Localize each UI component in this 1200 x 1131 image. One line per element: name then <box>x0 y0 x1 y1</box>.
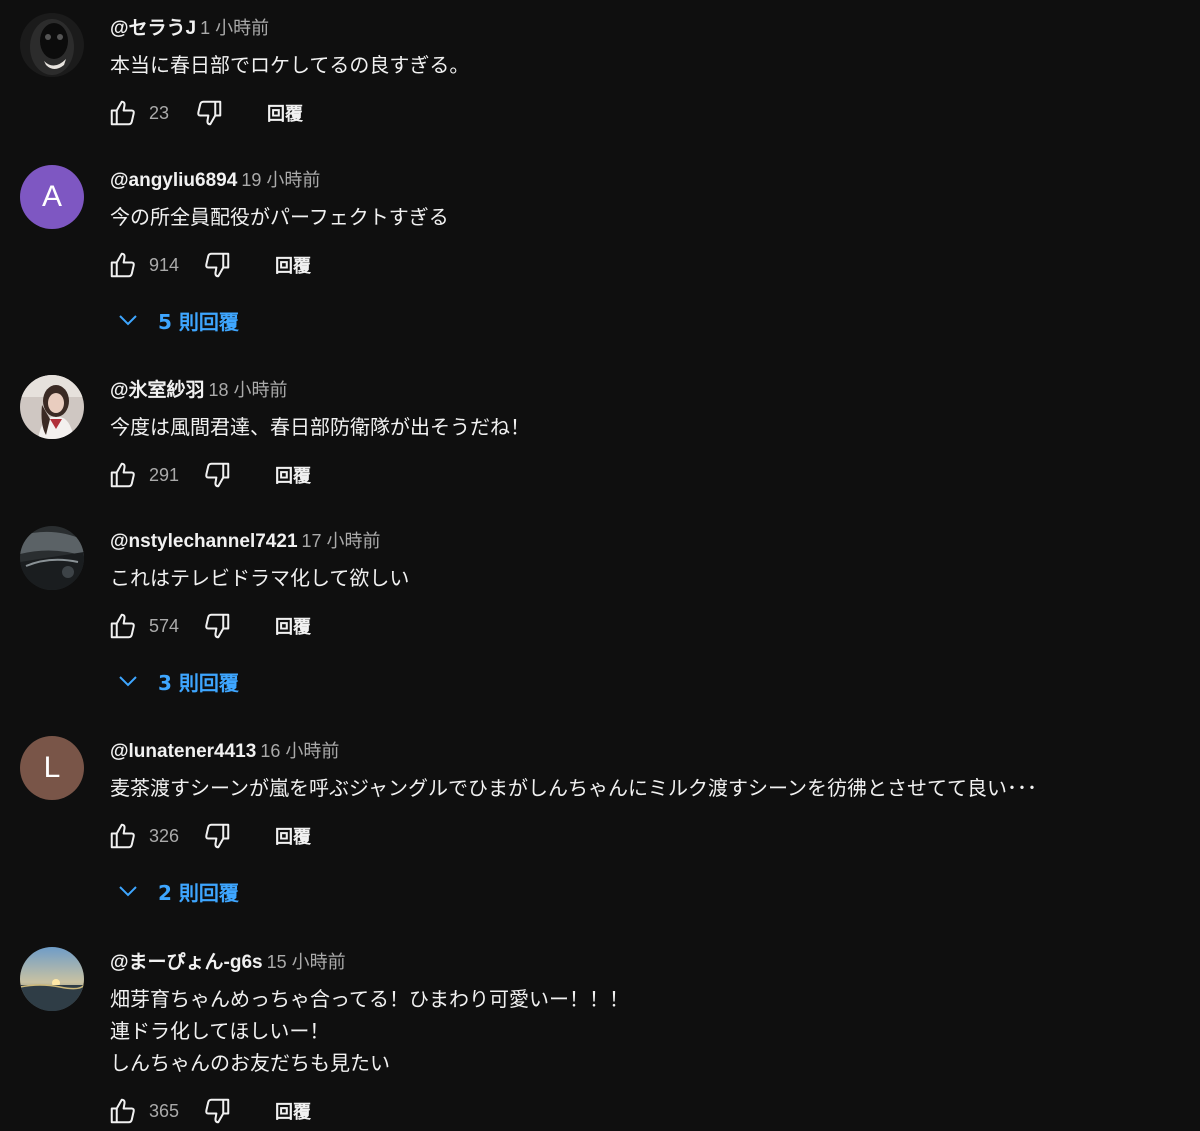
comment-author[interactable]: @lunatener4413 <box>110 741 256 762</box>
replies-count-label: 2 則回覆 <box>158 880 239 905</box>
like-button[interactable] <box>107 97 139 129</box>
avatar-letter: A <box>20 165 84 229</box>
comment-author[interactable]: @氷室紗羽 <box>110 380 205 401</box>
thumbs-down-icon <box>205 462 230 488</box>
comment-text: 麦茶渡すシーンが嵐を呼ぶジャングルでひまがしんちゃんにミルク渡すシーンを彷彿とさ… <box>110 772 1037 804</box>
reply-button[interactable]: 回覆 <box>275 462 311 488</box>
comment-text-line: これはテレビドラマ化して欲しい <box>110 566 410 590</box>
avatar[interactable] <box>20 13 84 77</box>
like-count: 326 <box>149 825 180 846</box>
comment-actions: 574 回覆 <box>107 606 311 646</box>
comment-header: @セラうJ 1 小時前 <box>110 13 269 43</box>
thumbs-up-icon <box>110 1098 135 1124</box>
comment-text: 畑芽育ちゃんめっちゃ合ってる！ひまわり可愛いー！！！ 連ドラ化してほしいー！ し… <box>110 983 629 1079</box>
avatar[interactable]: A <box>20 165 84 229</box>
thumbs-down-icon <box>205 252 230 278</box>
comment-actions: 326 回覆 <box>107 816 311 856</box>
replies-count-label: 5 則回覆 <box>158 309 239 334</box>
thumbs-up-icon <box>110 613 135 639</box>
comment-time[interactable]: 15 小時前 <box>267 952 346 972</box>
comment-header: @lunatener4413 16 小時前 <box>110 736 339 766</box>
comment-actions: 365 回覆 <box>107 1091 311 1131</box>
comment-header: @氷室紗羽 18 小時前 <box>110 375 288 405</box>
comment-text: これはテレビドラマ化して欲しい <box>110 562 409 594</box>
comment-text: 今度は風間君達、春日部防衛隊が出そうだね！ <box>110 411 530 443</box>
comment-time[interactable]: 1 小時前 <box>200 18 269 38</box>
comment-text-line: 本当に春日部でロケしてるの良すぎる。 <box>110 53 470 77</box>
dislike-button[interactable] <box>193 97 225 129</box>
chevron-down-icon <box>119 676 137 687</box>
like-count: 574 <box>149 615 180 636</box>
view-replies-button[interactable]: 3 則回覆 <box>116 663 239 699</box>
like-button[interactable] <box>107 459 139 491</box>
reply-button[interactable]: 回覆 <box>275 1098 311 1124</box>
replies-count-label: 3 則回覆 <box>158 670 239 695</box>
comment-text-line: 今度は風間君達、春日部防衛隊が出そうだね！ <box>110 415 530 439</box>
thumbs-down-icon <box>205 613 230 639</box>
thumbs-up-icon <box>110 823 135 849</box>
reply-button[interactable]: 回覆 <box>267 100 303 126</box>
reply-button[interactable]: 回覆 <box>275 613 311 639</box>
comment-text-line: 畑芽育ちゃんめっちゃ合ってる！ひまわり可愛いー！！！ <box>110 987 629 1011</box>
comment-text-line: 麦茶渡すシーンが嵐を呼ぶジャングルでひまがしんちゃんにミルク渡すシーンを彷彿とさ… <box>110 776 1037 800</box>
avatar[interactable] <box>20 526 84 590</box>
comment-actions: 23 回覆 <box>107 93 303 133</box>
thumbs-up-icon <box>110 252 135 278</box>
comment-actions: 291 回覆 <box>107 455 311 495</box>
comment-author[interactable]: @angyliu6894 <box>110 170 237 191</box>
thumbs-up-icon <box>110 462 135 488</box>
dislike-button[interactable] <box>201 249 233 281</box>
comment-actions: 914 回覆 <box>107 245 311 285</box>
dislike-button[interactable] <box>201 459 233 491</box>
comment-time[interactable]: 19 小時前 <box>241 170 320 190</box>
like-button[interactable] <box>107 1095 139 1127</box>
like-button[interactable] <box>107 820 139 852</box>
chevron-down-icon <box>119 886 137 897</box>
comment-time[interactable]: 17 小時前 <box>302 531 381 551</box>
comment-time[interactable]: 16 小時前 <box>260 741 339 761</box>
like-button[interactable] <box>107 249 139 281</box>
thumbs-up-icon <box>110 100 135 126</box>
avatar-letter: L <box>20 736 84 800</box>
like-count: 291 <box>149 464 180 485</box>
comment-text-line: 連ドラ化してほしいー！ <box>110 1019 330 1043</box>
dislike-button[interactable] <box>201 610 233 642</box>
like-count: 365 <box>149 1100 180 1121</box>
comment-author[interactable]: @セラうJ <box>110 18 196 39</box>
comment-author[interactable]: @まーぴょん-g6s <box>110 952 263 973</box>
comment-time[interactable]: 18 小時前 <box>209 380 288 400</box>
avatar[interactable] <box>20 375 84 439</box>
view-replies-button[interactable]: 5 則回覆 <box>116 302 239 338</box>
avatar[interactable]: L <box>20 736 84 800</box>
chevron-down-icon <box>119 315 137 326</box>
comment-text: 本当に春日部でロケしてるの良すぎる。 <box>110 49 469 81</box>
dislike-button[interactable] <box>201 820 233 852</box>
thumbs-down-icon <box>205 1098 230 1124</box>
like-count: 23 <box>149 102 170 123</box>
dislike-button[interactable] <box>201 1095 233 1127</box>
avatar[interactable] <box>20 947 84 1011</box>
like-count: 914 <box>149 254 180 275</box>
like-button[interactable] <box>107 610 139 642</box>
reply-button[interactable]: 回覆 <box>275 252 311 278</box>
view-replies-button[interactable]: 2 則回覆 <box>116 873 239 909</box>
comment-text: 今の所全員配役がパーフェクトすぎる <box>110 201 449 233</box>
comment-header: @nstylechannel7421 17 小時前 <box>110 526 381 556</box>
comment-text-line: しんちゃんのお友だちも見たい <box>110 1051 390 1075</box>
reply-button[interactable]: 回覆 <box>275 823 311 849</box>
comment-text-line: 今の所全員配役がパーフェクトすぎる <box>110 205 449 229</box>
comment-header: @angyliu6894 19 小時前 <box>110 165 320 195</box>
thumbs-down-icon <box>197 100 222 126</box>
thumbs-down-icon <box>205 823 230 849</box>
comment-header: @まーぴょん-g6s 15 小時前 <box>110 947 346 977</box>
comment-author[interactable]: @nstylechannel7421 <box>110 531 298 552</box>
